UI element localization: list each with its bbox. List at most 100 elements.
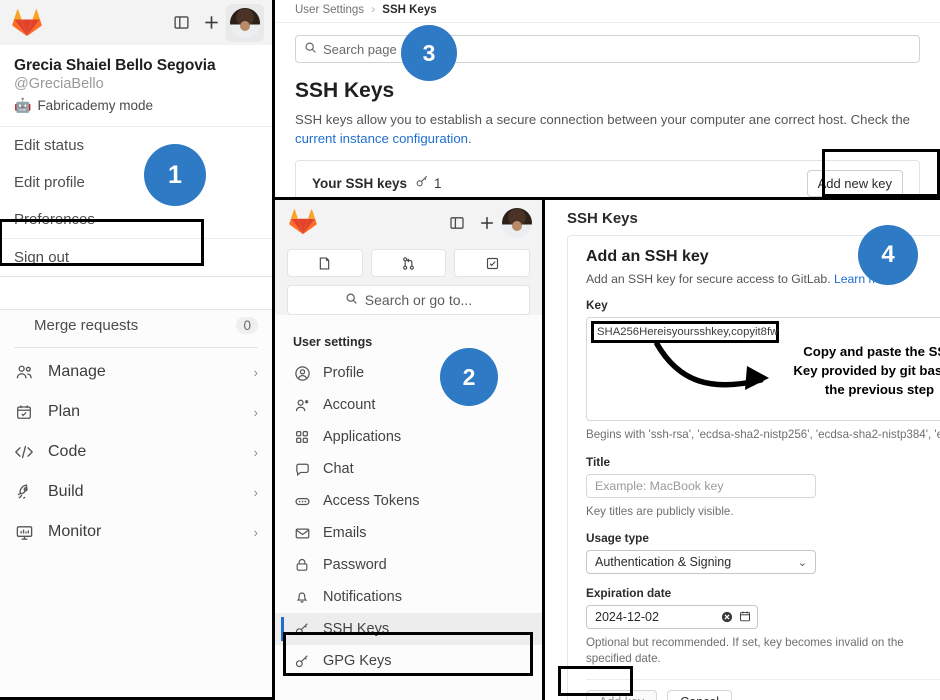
nav-item-merge-requests[interactable]: Merge requests 0 (0, 310, 272, 341)
nav-item-manage[interactable]: Manage › (0, 352, 272, 392)
search-placeholder: Search or go to... (364, 292, 473, 308)
sidebar-item-gpg-keys[interactable]: GPG Keys (275, 645, 542, 677)
search-icon (345, 292, 358, 308)
sidebar-item-password[interactable]: Password (275, 549, 542, 581)
sidebar-item-ssh-keys[interactable]: SSH Keys (275, 613, 542, 645)
usage-type-label: Usage type (586, 531, 649, 546)
page-description-text: SSH keys allow you to establish a secure… (295, 112, 911, 127)
user-avatar (230, 7, 260, 38)
quick-action-buttons (275, 245, 542, 277)
user-dropdown-menu: Grecia Shaiel Bello Segovia @GreciaBello… (0, 45, 272, 276)
key-textarea[interactable]: SHA256Hereisyoursshkey,copyit8fw Copy an… (586, 317, 940, 421)
step-badge-1: 1 (144, 144, 206, 206)
usage-type-value: Authentication & Signing (595, 555, 732, 570)
user-handle: @GreciaBello (14, 76, 104, 92)
token-icon (293, 492, 311, 510)
current-instance-configuration-link[interactable]: current instance configuration (295, 131, 468, 146)
chevron-right-icon: › (253, 364, 258, 380)
user-circle-icon (293, 364, 311, 382)
nav-label-build: Build (48, 483, 84, 500)
sidebar-item-notifications[interactable]: Notifications (275, 581, 542, 613)
breadcrumb-parent[interactable]: User Settings (295, 4, 364, 16)
form-footer: Add key Cancel (586, 678, 940, 700)
expiration-date-value: 2024-12-02 (595, 610, 659, 625)
sidebar-label-account: Account (323, 397, 376, 413)
nav-item-plan[interactable]: Plan › (0, 392, 272, 432)
search-or-go-to-input[interactable]: Search or go to... (287, 285, 530, 315)
sidebar-label-access-tokens: Access Tokens (323, 493, 420, 509)
plus-icon[interactable] (196, 8, 226, 38)
sidebar-item-emails[interactable]: Emails (275, 517, 542, 549)
title-input[interactable]: Example: MacBook key (586, 473, 816, 498)
nav-label-manage: Manage (48, 363, 106, 380)
sidebar-item-chat[interactable]: Chat (275, 453, 542, 485)
nav-item-code[interactable]: Code › (0, 432, 272, 472)
left-nav-list: Merge requests 0 Manage › Plan › Code › … (0, 310, 272, 700)
nav-label-monitor: Monitor (48, 523, 102, 540)
your-ssh-keys-label: Your SSH keys (312, 175, 408, 191)
usage-type-select[interactable]: Authentication & Signing ⌄ (586, 550, 816, 575)
menu-item-edit-profile[interactable]: Edit profile (0, 164, 272, 201)
sidebar-label-notifications: Notifications (323, 589, 402, 605)
code-icon (14, 442, 34, 462)
search-page-input[interactable]: Search page (295, 35, 920, 63)
issues-icon[interactable] (287, 249, 363, 277)
sidebar-item-account[interactable]: Account (275, 389, 542, 421)
chevron-right-icon: › (253, 484, 258, 500)
chevron-right-icon: › (253, 404, 258, 420)
menu-item-edit-status[interactable]: Edit status (0, 127, 272, 164)
grid-icon (293, 428, 311, 446)
todo-check-icon[interactable] (454, 249, 531, 277)
merge-request-icon[interactable] (370, 249, 447, 277)
plus-icon[interactable] (472, 208, 502, 238)
user-status: 🤖 Fabricademy mode (14, 97, 258, 114)
panel-toggle-icon[interactable] (442, 208, 472, 238)
gitlab-logo (289, 208, 319, 237)
ssh-keys-count: 1 (434, 175, 442, 191)
left-gitlab-panel: Grecia Shaiel Bello Segovia @GreciaBello… (0, 0, 275, 700)
search-page-placeholder: Search page (323, 41, 397, 57)
sidebar-label-applications: Applications (323, 429, 402, 445)
add-ssh-key-card: Add an SSH key Add an SSH key for secure… (567, 235, 940, 700)
breadcrumb: User Settings › SSH Keys (275, 0, 940, 23)
nav-label-plan: Plan (48, 403, 81, 420)
merge-requests-label: Merge requests (34, 317, 139, 334)
menu-item-preferences[interactable]: Preferences (0, 201, 272, 238)
menu-item-sign-out[interactable]: Sign out (0, 238, 272, 276)
key-icon (293, 652, 311, 670)
sidebar-item-applications[interactable]: Applications (275, 421, 542, 453)
add-new-key-button[interactable]: Add new key (806, 169, 903, 197)
step-badge-4: 4 (858, 225, 918, 285)
clear-circle-icon[interactable] (721, 611, 733, 623)
envelope-icon (293, 524, 311, 542)
nav-label-code: Code (48, 443, 87, 460)
rocket-icon (14, 482, 34, 502)
add-key-button[interactable]: Add key (586, 689, 658, 700)
avatar-button[interactable] (226, 3, 264, 42)
nav-item-build[interactable]: Build › (0, 472, 272, 512)
bell-icon (293, 588, 311, 606)
sidebar-item-profile[interactable]: Profile (275, 357, 542, 389)
search-icon (304, 41, 317, 57)
mid-topbar (275, 200, 542, 245)
expiration-date-input[interactable]: 2024-12-02 (586, 605, 758, 630)
mid-top-band: Search or go to... (275, 200, 542, 315)
panel-toggle-icon[interactable] (166, 8, 196, 38)
nav-divider (14, 347, 258, 348)
breadcrumb-separator: › (371, 4, 376, 16)
calendar-icon[interactable] (739, 610, 751, 625)
user-settings-sidebar-panel: Search or go to... User settings Profile… (275, 200, 545, 700)
nav-item-monitor[interactable]: Monitor › (0, 512, 272, 552)
screenshot-root: Grecia Shaiel Bello Segovia @GreciaBello… (0, 0, 940, 700)
cancel-button[interactable]: Cancel (667, 689, 733, 700)
sidebar-item-access-tokens[interactable]: Access Tokens (275, 485, 542, 517)
merge-requests-count: 0 (236, 317, 258, 334)
lock-icon (293, 556, 311, 574)
user-avatar[interactable] (502, 207, 532, 238)
sidebar-label-chat: Chat (323, 461, 354, 477)
sidebar-label-emails: Emails (323, 525, 367, 541)
account-icon (293, 396, 311, 414)
chevron-down-icon: ⌄ (797, 556, 807, 569)
key-value-text: SHA256Hereisyoursshkey,copyit8fw (597, 326, 779, 338)
monitor-icon (14, 522, 34, 542)
